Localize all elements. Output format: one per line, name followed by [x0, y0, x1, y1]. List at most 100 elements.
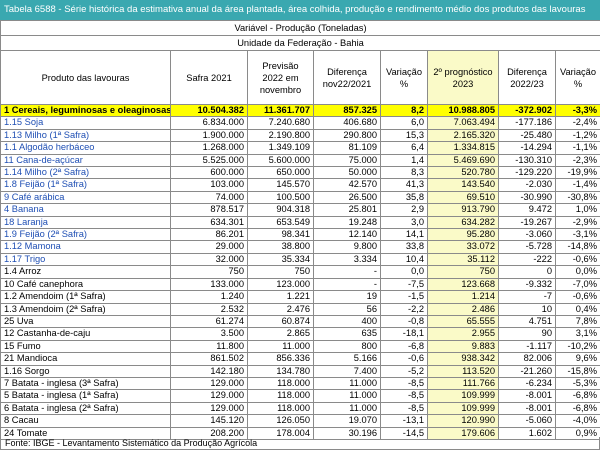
- value-cell: 25.801: [313, 203, 381, 217]
- table-title: Tabela 6588 - Série histórica da estimat…: [0, 0, 600, 20]
- value-cell: 8,3: [380, 166, 428, 180]
- value-cell: 1.240: [170, 290, 248, 304]
- value-cell: 126.050: [247, 414, 314, 428]
- value-cell: -5.728: [498, 240, 556, 254]
- value-cell: 90: [498, 327, 556, 341]
- value-cell: -1.117: [498, 339, 556, 354]
- value-cell: -18,1: [380, 327, 428, 341]
- value-cell: -1,5: [380, 290, 428, 304]
- value-cell: -5,3%: [555, 376, 600, 391]
- value-cell: -8.001: [498, 389, 556, 403]
- product-name-cell: 18 Laranja: [0, 215, 171, 230]
- value-cell: -14,8%: [555, 240, 600, 254]
- value-cell: 878.517: [170, 203, 248, 217]
- table-row: 10 Café canephora 133.000 123.000- -7,5 123.…: [0, 277, 600, 292]
- table-row-highlight: 1 Cereais, leguminosas e oleaginosas 10.5…: [0, 103, 600, 118]
- table-row: 9 Café arábica 74.000 100.500 26.500 35,8 69.…: [0, 190, 600, 205]
- value-cell: -1,2%: [555, 128, 600, 143]
- value-cell: -5,2: [380, 364, 428, 378]
- value-cell: -8.001: [498, 401, 556, 416]
- value-cell: -2,3%: [555, 153, 600, 168]
- value-cell: 86.201: [170, 228, 248, 242]
- value-cell: -9.332: [498, 277, 556, 292]
- value-cell: -0,6%: [555, 252, 600, 267]
- table-row: 1.8 Feijão (1ª Safra) 103.000 145.570 42.57…: [0, 178, 600, 192]
- value-cell: -4,0%: [555, 414, 600, 428]
- value-cell: 650.000: [247, 166, 314, 180]
- value-cell: -8,5: [380, 401, 428, 416]
- value-cell: 290.800: [313, 128, 381, 143]
- product-name-cell: 1.14 Milho (2ª Safra): [0, 166, 171, 180]
- table-row: 7 Batata - inglesa (3ª Safra) 129.000 118.…: [0, 376, 600, 391]
- value-cell: -30,8%: [555, 190, 600, 205]
- product-name-cell: 1.9 Feijão (2ª Safra): [0, 228, 171, 242]
- value-cell: -3,3%: [555, 103, 600, 118]
- value-cell: 1,0%: [555, 203, 600, 217]
- value-cell: 1.268.000: [170, 141, 248, 155]
- value-cell: 60.874: [247, 314, 314, 329]
- table-row: 1.3 Amendoim (2ª Safra) 2.532 2.476 56 -2,2 2…: [0, 302, 600, 316]
- value-cell: 61.274: [170, 314, 248, 329]
- value-cell: 1.900.000: [170, 128, 248, 143]
- product-name-cell: 1.16 Sorgo: [0, 364, 171, 378]
- product-name-cell: 1.15 Soja: [0, 116, 171, 130]
- value-cell: -3.060: [498, 228, 556, 242]
- data-table: Variável - Produção (Toneladas) Unidade …: [0, 20, 600, 440]
- value-cell: 65.555: [427, 314, 499, 329]
- value-cell: 7,8%: [555, 314, 600, 329]
- table-row: 1.13 Milho (1ª Safra) 1.900.000 2.190.800 2…: [0, 128, 600, 143]
- value-cell: 32.000: [170, 252, 248, 267]
- value-cell: 10.504.382: [170, 103, 248, 118]
- value-cell: 0,0%: [555, 265, 600, 279]
- value-cell: -30.990: [498, 190, 556, 205]
- table-row: 25 Uva 61.274 60.874 400 -0,8 65.555 4.751 7,8%: [0, 314, 600, 329]
- product-name-cell: 1.4 Arroz: [0, 265, 171, 279]
- value-cell: 9.800: [313, 240, 381, 254]
- col-header-diferenca-2022-23: Diferença 2022/23: [498, 50, 556, 105]
- value-cell: 98.341: [247, 228, 314, 242]
- table-row: 6 Batata - inglesa (2ª Safra) 129.000 118.…: [0, 401, 600, 416]
- value-cell: 33.072: [427, 240, 499, 254]
- value-cell: -6,8: [380, 339, 428, 354]
- value-cell: 12.140: [313, 228, 381, 242]
- value-cell: 861.502: [170, 352, 248, 366]
- value-cell: -14.294: [498, 141, 556, 155]
- value-cell: 41,3: [380, 178, 428, 192]
- value-cell: 133.000: [170, 277, 248, 292]
- value-cell: 2.486: [427, 302, 499, 316]
- column-header-row: Produto das lavouras Safra 2021 Previsão…: [0, 50, 600, 105]
- value-cell: -222: [498, 252, 556, 267]
- value-cell: 82.006: [498, 352, 556, 366]
- value-cell: 145.570: [247, 178, 314, 192]
- value-cell: -19.267: [498, 215, 556, 230]
- value-cell: 26.500: [313, 190, 381, 205]
- value-cell: 913.790: [427, 203, 499, 217]
- value-cell: 19.248: [313, 215, 381, 230]
- value-cell: 634.301: [170, 215, 248, 230]
- value-cell: 8,2: [380, 103, 428, 118]
- value-cell: 634.282: [427, 215, 499, 230]
- value-cell: 103.000: [170, 178, 248, 192]
- table-row: 1.16 Sorgo 142.180 134.780 7.400 -5,2 113.520…: [0, 364, 600, 378]
- value-cell: 1.214: [427, 290, 499, 304]
- value-cell: 2.476: [247, 302, 314, 316]
- value-cell: 10: [498, 302, 556, 316]
- value-cell: 9,6%: [555, 352, 600, 366]
- value-cell: 4.751: [498, 314, 556, 329]
- value-cell: 5.600.000: [247, 153, 314, 168]
- product-name-cell: 10 Café canephora: [0, 277, 171, 292]
- table-row: 21 Mandioca 861.502 856.336 5.166 -0,6 938.34…: [0, 352, 600, 366]
- value-cell: 35.334: [247, 252, 314, 267]
- value-cell: 2,9: [380, 203, 428, 217]
- value-cell: 750: [170, 265, 248, 279]
- product-name-cell: 1.8 Feijão (1ª Safra): [0, 178, 171, 192]
- value-cell: 81.109: [313, 141, 381, 155]
- value-cell: -2,4%: [555, 116, 600, 130]
- table-row: 12 Castanha-de-caju 3.500 2.865 635 -18,1 2.9…: [0, 327, 600, 341]
- value-cell: 2.532: [170, 302, 248, 316]
- product-name-cell: 4 Banana: [0, 203, 171, 217]
- value-cell: 3,0: [380, 215, 428, 230]
- value-cell: 7.240.680: [247, 116, 314, 130]
- value-cell: -7: [498, 290, 556, 304]
- table-row: 1.17 Trigo 32.000 35.334 3.334 10,4 35.112 -22…: [0, 252, 600, 267]
